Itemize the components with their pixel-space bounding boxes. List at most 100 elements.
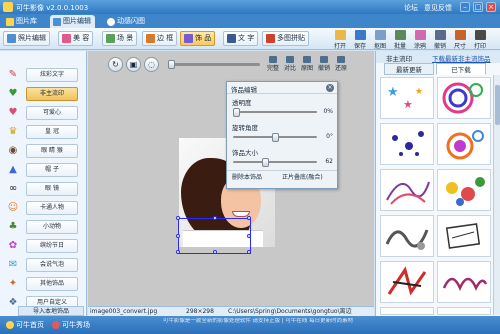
fit-window-icon[interactable]: ▣ <box>126 57 141 72</box>
resize-handle[interactable] <box>213 250 217 254</box>
scrollbar-thumb[interactable] <box>495 85 500 125</box>
download-stickers-link[interactable]: 下载最新非主流饰品 <box>432 53 491 63</box>
tab-image-edit[interactable]: 图片编辑 <box>50 15 95 28</box>
sticker-icon <box>184 34 193 43</box>
import-sticker-button[interactable]: 导入本地饰品 <box>18 306 84 316</box>
compare-button[interactable]: 对比 <box>281 56 299 72</box>
original-button[interactable]: 原图 <box>298 56 316 72</box>
photo-edit-button[interactable]: 照片编辑 <box>3 31 50 46</box>
sticker-button[interactable]: 饰 品 <box>180 31 216 46</box>
text-icon <box>227 34 236 43</box>
sticker-thumb-stars[interactable]: ★ ★ ★ <box>380 77 434 119</box>
actual-size-icon[interactable]: ◌ <box>144 57 159 72</box>
doodle-button[interactable]: 涂鸦 <box>412 30 428 50</box>
forum-link[interactable]: 论坛 <box>404 3 418 13</box>
restore-button[interactable]: 还原 <box>332 56 350 72</box>
tab-downloaded[interactable]: 已下载 <box>436 63 486 75</box>
zoom-slider-knob[interactable] <box>168 60 175 69</box>
multiply-blend-button[interactable]: 正片叠底(融合) <box>282 173 323 183</box>
canvas-area[interactable]: ↻ ▣ ◌ 完整 对比 原图 撤销 还原 饰品编辑 × 透明度 0% 旋转角度 … <box>88 51 374 306</box>
category-hat[interactable]: ▲ 帽 子 <box>2 162 85 178</box>
category-colorful-text[interactable]: ✎ 炫彩文字 <box>2 67 85 83</box>
showcase-link[interactable]: 可牛秀场 <box>52 320 90 330</box>
scene-button[interactable]: 场 景 <box>102 31 138 46</box>
size-slider[interactable] <box>233 161 317 163</box>
batch-button[interactable]: 批量 <box>392 30 408 50</box>
category-eyes[interactable]: ◉ 眼 睛 猴 <box>2 143 85 159</box>
size-slider-knob[interactable] <box>262 158 270 167</box>
category-non-mainstream[interactable]: ♥ 非主流印 <box>2 86 85 102</box>
collage-button[interactable]: 多图拼贴 <box>262 31 309 46</box>
title-bar: 可牛影像 v2.0.0.1003 论坛 意见反馈 – □ × <box>0 0 500 14</box>
view-full-button[interactable]: 完整 <box>264 56 282 72</box>
tab-latest[interactable]: 最新更新 <box>384 63 434 75</box>
resize-handle[interactable] <box>247 216 251 220</box>
sticker-thumb-calligraphy[interactable] <box>380 261 434 303</box>
open-button[interactable]: 打开 <box>332 30 348 50</box>
save-button[interactable]: 保存 <box>352 30 368 50</box>
panel-scrollbar[interactable] <box>493 75 500 315</box>
divider <box>227 170 337 171</box>
feedback-link[interactable]: 意见反馈 <box>424 3 452 13</box>
sticker-thumb-circles[interactable] <box>437 77 491 119</box>
close-button[interactable]: × <box>486 2 496 12</box>
minimize-button[interactable]: – <box>460 2 470 12</box>
sticker-thumb-graffiti[interactable] <box>380 215 434 257</box>
resize-handle[interactable] <box>176 250 180 254</box>
maximize-button[interactable]: □ <box>473 2 483 12</box>
frame-button[interactable]: 边 框 <box>142 31 178 46</box>
category-festival[interactable]: ✿ 缤纷节日 <box>2 238 85 254</box>
category-crown[interactable]: ♛ 皇 冠 <box>2 124 85 140</box>
category-other[interactable]: ✦ 其他饰品 <box>2 276 85 292</box>
beauty-button[interactable]: 美 容 <box>58 31 94 46</box>
sticker-tabs: 最新更新 已下载 <box>376 63 500 75</box>
cutout-button[interactable]: 抠图 <box>372 30 388 50</box>
collage-icon <box>266 34 275 43</box>
sticker-selection-box[interactable] <box>176 216 251 254</box>
home-link[interactable]: 可牛首页 <box>6 320 44 330</box>
sticker-thumb-rings[interactable] <box>437 123 491 165</box>
doodle-icon <box>414 30 426 40</box>
crown-icon: ♛ <box>8 126 18 137</box>
category-cartoon[interactable]: ☺ 卡通人物 <box>2 200 85 216</box>
dialog-close-icon[interactable]: × <box>326 84 334 92</box>
sticker-thumb-dots[interactable] <box>437 307 491 315</box>
sticker-thumb-badge[interactable] <box>380 307 434 315</box>
text-button[interactable]: 文 字 <box>223 31 259 46</box>
undo-icon <box>320 56 328 63</box>
resize-handle[interactable] <box>247 250 251 254</box>
category-animals[interactable]: ♣ 小动物 <box>2 219 85 235</box>
original-icon <box>303 56 311 63</box>
category-glasses[interactable]: ∞ 眼 镜 <box>2 181 85 197</box>
resize-handle[interactable] <box>176 234 180 238</box>
sticker-thumb-lettering[interactable] <box>437 261 491 303</box>
sticker-thumb-sketch[interactable] <box>437 215 491 257</box>
category-speech-bubble[interactable]: ✉ 会说气泡 <box>2 257 85 273</box>
print-button[interactable]: 打印 <box>472 30 488 50</box>
tab-gallery[interactable]: 图片库 <box>3 15 41 28</box>
resize-handle[interactable] <box>176 216 180 220</box>
full-view-icon <box>269 56 277 63</box>
sticker-thumb-butterflies[interactable] <box>380 123 434 165</box>
resize-handle[interactable] <box>247 234 251 238</box>
cutout-icon <box>374 30 386 40</box>
delete-sticker-button[interactable]: 删除本饰品 <box>232 173 262 183</box>
canvas-undo-button[interactable]: 撤销 <box>315 56 333 72</box>
zoom-slider[interactable] <box>168 63 260 66</box>
batch-icon <box>394 30 406 40</box>
rotation-slider-knob[interactable] <box>271 133 279 142</box>
rings-icon <box>446 130 484 160</box>
undo-icon <box>434 30 446 40</box>
tab-animated-gif[interactable]: 动感闪图 <box>104 15 149 28</box>
opacity-slider[interactable] <box>233 111 317 113</box>
undo-button[interactable]: 撤销 <box>432 30 448 50</box>
rotate-icon[interactable]: ↻ <box>108 57 123 72</box>
resize-button[interactable]: 尺寸 <box>452 30 468 50</box>
rotation-value: 0° <box>326 133 333 140</box>
app-title: 可牛影像 v2.0.0.1003 <box>16 4 89 12</box>
sticker-thumb-swirl[interactable] <box>380 169 434 211</box>
opacity-slider-knob[interactable] <box>233 108 240 117</box>
category-cute-heart[interactable]: ♥ 可爱心 <box>2 105 85 121</box>
sticker-thumb-flowers[interactable] <box>437 169 491 211</box>
resize-handle[interactable] <box>213 216 217 220</box>
